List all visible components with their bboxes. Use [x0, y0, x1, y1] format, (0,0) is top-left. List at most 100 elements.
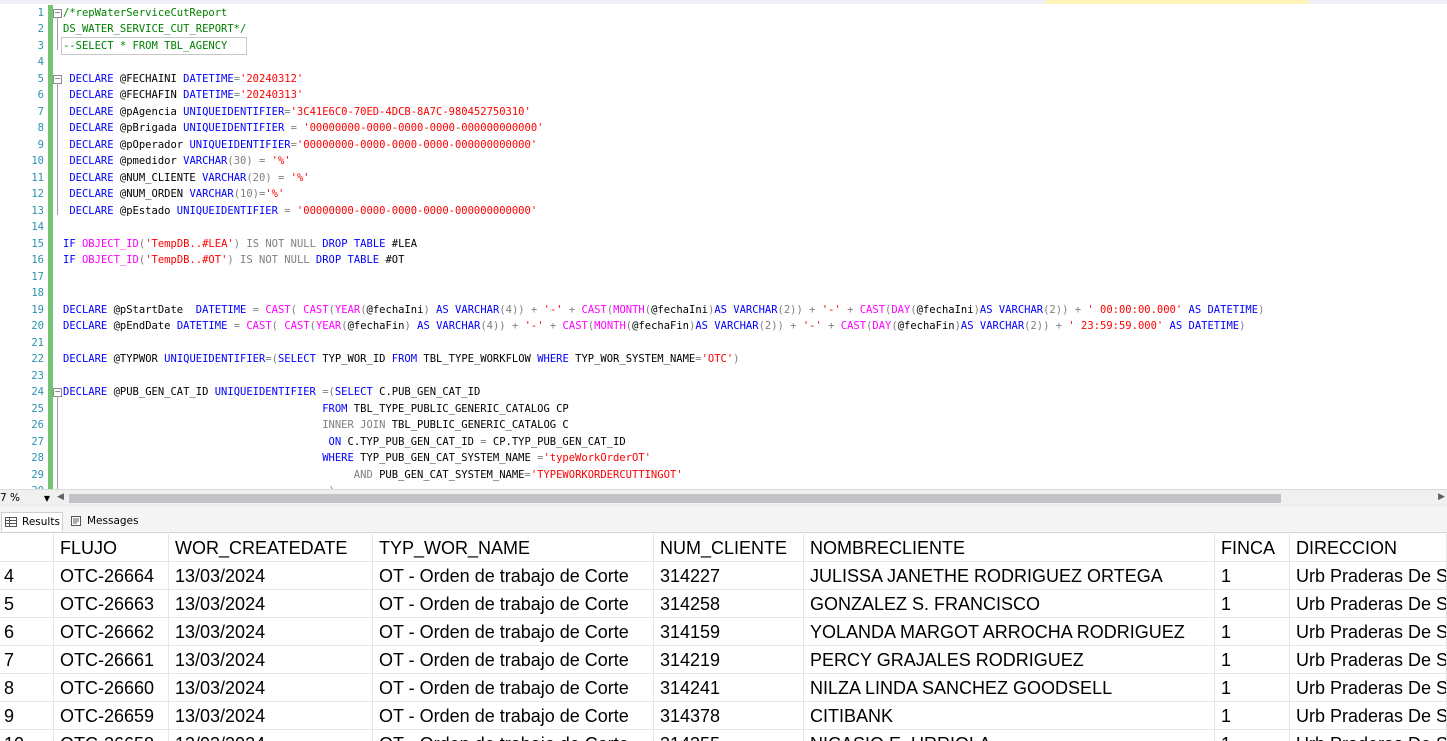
- code-line[interactable]: 23: [0, 367, 1447, 384]
- row-number[interactable]: 10: [0, 730, 54, 741]
- table-cell[interactable]: 314227: [654, 562, 804, 590]
- column-header[interactable]: FLUJO: [54, 534, 169, 562]
- table-cell[interactable]: 1: [1215, 590, 1290, 618]
- code-line[interactable]: 2 DS_WATER_SERVICE_CUT_REPORT*/: [0, 21, 1447, 38]
- table-cell[interactable]: 1: [1215, 702, 1290, 730]
- code-line[interactable]: 27 ON C.TYP_PUB_GEN_CAT_ID = CP.TYP_PUB_…: [0, 433, 1447, 450]
- code-line[interactable]: 12 DECLARE @NUM_ORDEN VARCHAR(10)='%': [0, 186, 1447, 203]
- code-line[interactable]: 16 IF OBJECT_ID('TempDB..#OT') IS NOT NUL…: [0, 252, 1447, 269]
- table-cell[interactable]: 13/03/2024: [169, 730, 373, 741]
- table-cell[interactable]: OTC-26663: [54, 590, 169, 618]
- table-cell[interactable]: Urb Praderas De S: [1290, 730, 1447, 741]
- zoom-dropdown[interactable]: 7 % ▼: [0, 491, 52, 506]
- code-line[interactable]: 6 DECLARE @FECHAFIN DATETIME='20240313': [0, 87, 1447, 104]
- editor-horizontal-scrollbar[interactable]: 7 % ▼ ◀ ▶: [0, 489, 1447, 507]
- table-cell[interactable]: OTC-26662: [54, 618, 169, 646]
- code-line[interactable]: 14: [0, 219, 1447, 236]
- code-line[interactable]: 17: [0, 268, 1447, 285]
- table-cell[interactable]: OT - Orden de trabajo de Corte: [373, 562, 654, 590]
- table-cell[interactable]: 13/03/2024: [169, 562, 373, 590]
- table-row[interactable]: 9 OTC-26659 13/03/2024 OT - Orden de trabaj…: [0, 702, 1447, 730]
- table-cell[interactable]: 1: [1215, 730, 1290, 741]
- table-cell[interactable]: 1: [1215, 674, 1290, 702]
- code-line[interactable]: 28 WHERE TYP_PUB_GEN_CAT_SYSTEM_NAME ='t…: [0, 450, 1447, 467]
- code-line[interactable]: 13 DECLARE @pEstado UNIQUEIDENTIFIER = '…: [0, 202, 1447, 219]
- table-cell[interactable]: 13/03/2024: [169, 674, 373, 702]
- table-cell[interactable]: JULISSA JANETHE RODRIGUEZ ORTEGA: [804, 562, 1215, 590]
- row-number[interactable]: 8: [0, 674, 54, 702]
- table-cell[interactable]: NICASIO E. URRIOLA: [804, 730, 1215, 741]
- table-cell[interactable]: OT - Orden de trabajo de Corte: [373, 702, 654, 730]
- row-number[interactable]: 5: [0, 590, 54, 618]
- table-cell[interactable]: OTC-26664: [54, 562, 169, 590]
- table-cell[interactable]: 1: [1215, 618, 1290, 646]
- table-cell[interactable]: 314258: [654, 590, 804, 618]
- table-cell[interactable]: OT - Orden de trabajo de Corte: [373, 590, 654, 618]
- scroll-right-icon[interactable]: ▶: [1438, 492, 1445, 502]
- table-row[interactable]: 10OTC-2665813/03/2024OT - Orden de traba…: [0, 730, 1447, 741]
- table-cell[interactable]: OT - Orden de trabajo de Corte: [373, 646, 654, 674]
- column-header[interactable]: FINCA: [1215, 534, 1290, 562]
- table-cell[interactable]: Urb Praderas De S: [1290, 674, 1447, 702]
- scroll-left-icon[interactable]: ◀: [57, 492, 64, 502]
- table-cell[interactable]: Urb Praderas De S: [1290, 618, 1447, 646]
- table-cell[interactable]: 1: [1215, 646, 1290, 674]
- table-cell[interactable]: 314159: [654, 618, 804, 646]
- table-cell[interactable]: CITIBANK: [804, 702, 1215, 730]
- table-row[interactable]: 6 OTC-26662 13/03/2024 OT - Orden de trabaj…: [0, 618, 1447, 646]
- table-cell[interactable]: 314219: [654, 646, 804, 674]
- results-grid[interactable]: FLUJO WOR_CREATEDATE TYP_WOR_NAME NUM_CLIEN…: [0, 534, 1447, 741]
- code-line[interactable]: 9 DECLARE @pOperador UNIQUEIDENTIFIER='0…: [0, 136, 1447, 153]
- code-line[interactable]: 21: [0, 334, 1447, 351]
- table-cell[interactable]: PERCY GRAJALES RODRIGUEZ: [804, 646, 1215, 674]
- code-line[interactable]: 15 IF OBJECT_ID('TempDB..#LEA') IS NOT NU…: [0, 235, 1447, 252]
- row-number[interactable]: 7: [0, 646, 54, 674]
- code-line[interactable]: 26 INNER JOIN TBL_PUBLIC_GENERIC_CATALOG…: [0, 417, 1447, 434]
- table-cell[interactable]: OTC-26659: [54, 702, 169, 730]
- row-number[interactable]: 9: [0, 702, 54, 730]
- table-cell[interactable]: Urb Praderas De S: [1290, 702, 1447, 730]
- code-line[interactable]: 1−/*repWaterServiceCutReport: [0, 4, 1447, 21]
- table-cell[interactable]: 314378: [654, 702, 804, 730]
- code-line[interactable]: 5− DECLARE @FECHAINI DATETIME='20240312': [0, 70, 1447, 87]
- row-number[interactable]: 6: [0, 618, 54, 646]
- table-cell[interactable]: OT - Orden de trabajo de Corte: [373, 618, 654, 646]
- table-cell[interactable]: 1: [1215, 562, 1290, 590]
- column-header[interactable]: [0, 534, 54, 562]
- table-row[interactable]: 4 OTC-26664 13/03/2024 OT - Orden de trabaj…: [0, 562, 1447, 590]
- code-line[interactable]: 22 DECLARE @TYPWOR UNIQUEIDENTIFIER=(SELE…: [0, 351, 1447, 368]
- column-header[interactable]: NOMBRECLIENTE: [804, 534, 1215, 562]
- code-line[interactable]: 18: [0, 285, 1447, 302]
- code-line[interactable]: 24− DECLARE @PUB_GEN_CAT_ID UNIQUEIDENTIF…: [0, 384, 1447, 401]
- table-cell[interactable]: Urb Praderas De S: [1290, 562, 1447, 590]
- table-cell[interactable]: NILZA LINDA SANCHEZ GOODSELL: [804, 674, 1215, 702]
- code-line[interactable]: 3 --SELECT * FROM TBL_AGENCY: [0, 37, 1447, 54]
- code-line[interactable]: 11 DECLARE @NUM_CLIENTE VARCHAR(20) = '%…: [0, 169, 1447, 186]
- table-cell[interactable]: OTC-26661: [54, 646, 169, 674]
- tab-results[interactable]: Results: [1, 512, 63, 531]
- row-number[interactable]: 4: [0, 562, 54, 590]
- code-line[interactable]: 25 FROM TBL_TYPE_PUBLIC_GENERIC_CATALOG …: [0, 400, 1447, 417]
- code-line[interactable]: 4: [0, 54, 1447, 71]
- code-line[interactable]: 20 DECLARE @pEndDate DATETIME = CAST( CAS…: [0, 318, 1447, 335]
- code-line[interactable]: 8 DECLARE @pBrigada UNIQUEIDENTIFIER = '…: [0, 120, 1447, 137]
- scrollbar-thumb[interactable]: [69, 494, 1281, 503]
- column-header[interactable]: NUM_CLIENTE: [654, 534, 804, 562]
- code-line[interactable]: 29 AND PUB_GEN_CAT_SYSTEM_NAME='TYPEWORK…: [0, 466, 1447, 483]
- table-cell[interactable]: 13/03/2024: [169, 702, 373, 730]
- table-cell[interactable]: OT - Orden de trabajo de Corte: [373, 674, 654, 702]
- column-header[interactable]: DIRECCION: [1290, 534, 1447, 562]
- table-cell[interactable]: Urb Praderas De S: [1290, 590, 1447, 618]
- table-cell[interactable]: Urb Praderas De S: [1290, 646, 1447, 674]
- tab-messages[interactable]: Messages: [67, 512, 143, 531]
- column-header-row[interactable]: FLUJO WOR_CREATEDATE TYP_WOR_NAME NUM_CLIEN…: [0, 534, 1447, 562]
- table-row[interactable]: 7 OTC-26661 13/03/2024 OT - Orden de trabaj…: [0, 646, 1447, 674]
- table-cell[interactable]: 314241: [654, 674, 804, 702]
- column-header[interactable]: TYP_WOR_NAME: [373, 534, 654, 562]
- code-line[interactable]: 19 DECLARE @pStartDate DATETIME = CAST( C…: [0, 301, 1447, 318]
- table-row[interactable]: 8 OTC-26660 13/03/2024 OT - Orden de trabaj…: [0, 674, 1447, 702]
- code-line[interactable]: 10 DECLARE @pmedidor VARCHAR(30) = '%': [0, 153, 1447, 170]
- table-cell[interactable]: OT - Orden de trabajo de Corte: [373, 730, 654, 741]
- table-cell[interactable]: 13/03/2024: [169, 590, 373, 618]
- table-cell[interactable]: 314355: [654, 730, 804, 741]
